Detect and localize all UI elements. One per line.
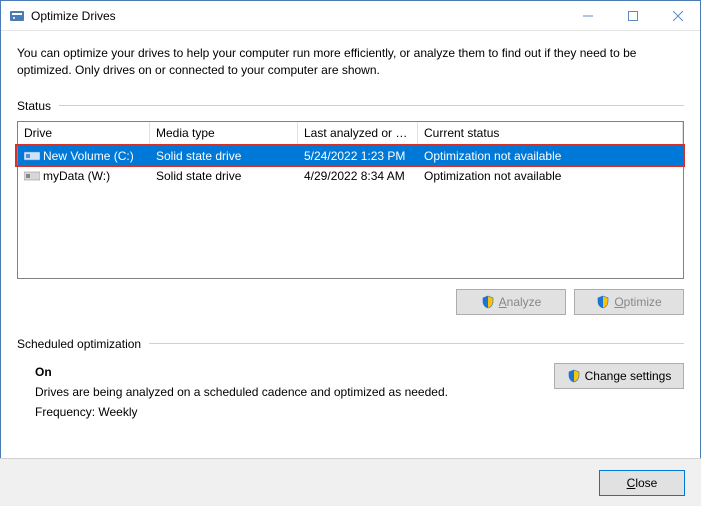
minimize-button[interactable] <box>565 1 610 30</box>
shield-icon <box>567 369 581 383</box>
analyze-label: nalyze <box>507 295 542 309</box>
optimize-label: ptimize <box>624 295 662 309</box>
col-media[interactable]: Media type <box>150 122 298 145</box>
drive-name: myData (W:) <box>43 169 110 183</box>
app-icon <box>9 8 25 24</box>
close-dialog-button[interactable]: Close <box>599 470 685 496</box>
drive-status: Optimization not available <box>418 167 683 185</box>
drive-media: Solid state drive <box>150 167 298 185</box>
drive-icon <box>24 150 40 162</box>
status-label-text: Status <box>17 99 51 113</box>
drive-icon <box>24 170 40 182</box>
window-title: Optimize Drives <box>31 9 565 23</box>
change-settings-label: Change settings <box>585 369 672 383</box>
shield-icon <box>596 295 610 309</box>
table-row[interactable]: myData (W:) Solid state drive 4/29/2022 … <box>18 166 683 186</box>
table-header: Drive Media type Last analyzed or o... C… <box>18 122 683 146</box>
maximize-button[interactable] <box>610 1 655 30</box>
close-label: lose <box>635 476 657 490</box>
drive-last: 4/29/2022 8:34 AM <box>298 167 418 185</box>
drive-name: New Volume (C:) <box>43 149 134 163</box>
scheduled-freq: Frequency: Weekly <box>35 405 684 419</box>
footer: Close <box>0 458 701 506</box>
col-status[interactable]: Current status <box>418 122 683 145</box>
table-row[interactable]: New Volume (C:) Solid state drive 5/24/2… <box>18 146 683 166</box>
divider <box>149 343 684 344</box>
scheduled-label-text: Scheduled optimization <box>17 337 141 351</box>
shield-icon <box>481 295 495 309</box>
status-label: Status <box>17 99 684 113</box>
drives-table[interactable]: Drive Media type Last analyzed or o... C… <box>17 121 684 279</box>
window-controls <box>565 1 700 30</box>
close-button[interactable] <box>655 1 700 30</box>
optimize-button[interactable]: Optimize <box>574 289 684 315</box>
titlebar: Optimize Drives <box>1 1 700 31</box>
col-last[interactable]: Last analyzed or o... <box>298 122 418 145</box>
drive-media: Solid state drive <box>150 147 298 165</box>
change-settings-button[interactable]: Change settings <box>554 363 684 389</box>
col-drive[interactable]: Drive <box>18 122 150 145</box>
drive-last: 5/24/2022 1:23 PM <box>298 147 418 165</box>
divider <box>59 105 684 106</box>
analyze-button[interactable]: Analyze <box>456 289 566 315</box>
intro-text: You can optimize your drives to help you… <box>17 45 684 79</box>
drive-status: Optimization not available <box>418 147 683 165</box>
scheduled-label: Scheduled optimization <box>17 337 684 351</box>
